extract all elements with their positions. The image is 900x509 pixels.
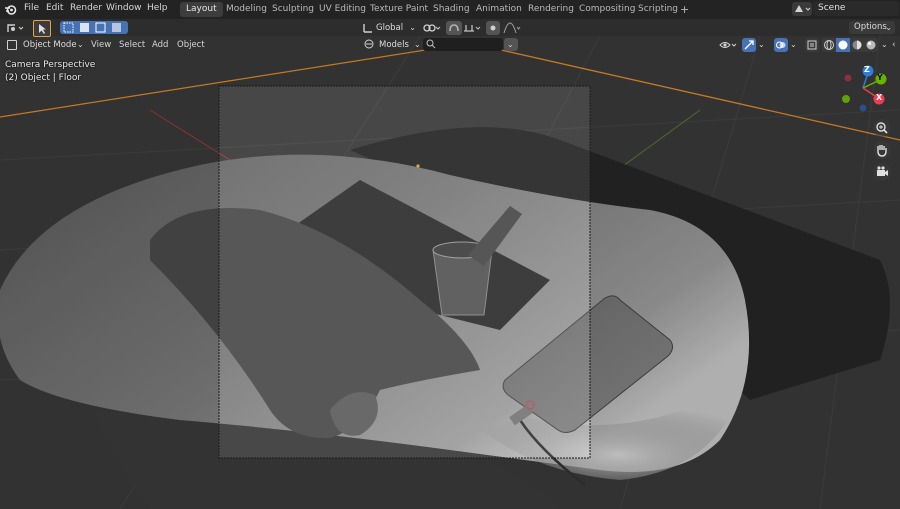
snap-target-icon[interactable] [462, 21, 484, 35]
chevron-down-icon: ⌄ [414, 40, 421, 49]
menu-select[interactable]: Select [119, 38, 145, 52]
cursor-tool-icon[interactable] [33, 20, 51, 37]
chevron-down-icon: ⌄ [77, 40, 84, 49]
gizmo-x-label: X [876, 93, 883, 102]
tab-rendering[interactable]: Rendering [522, 2, 580, 17]
menu-file[interactable]: File [24, 0, 39, 19]
solid-shading-icon[interactable] [836, 38, 850, 52]
chevron-down-icon[interactable]: ⌄ [758, 38, 765, 52]
neg-y-axis-icon [842, 95, 850, 103]
tab-texture-paint[interactable]: Texture Paint [364, 2, 434, 17]
scene-icon [795, 5, 811, 12]
navigation-gizmo[interactable]: Z Y X [838, 63, 888, 113]
object-mode-icon [7, 40, 17, 50]
hand-pan-icon[interactable] [873, 141, 891, 159]
tab-animation[interactable]: Animation [470, 2, 528, 17]
select-box-icon[interactable] [60, 21, 77, 34]
menu-view[interactable]: View [91, 38, 111, 52]
xray-icon[interactable] [805, 38, 819, 52]
snap-icon[interactable] [446, 21, 462, 35]
viewport-scene [0, 36, 900, 509]
camera-perspective-label: Camera Perspective [5, 60, 96, 70]
collection-icon [364, 39, 374, 49]
gizmo-icon[interactable] [742, 38, 756, 52]
neg-x-axis-icon [844, 74, 852, 82]
scene-name-field[interactable]: Scene [813, 1, 899, 16]
viewport-header: Object Mode ⌄ View Select Add Object Mod… [0, 36, 900, 54]
wireframe-shading-icon[interactable] [822, 38, 836, 52]
chevron-down-icon[interactable]: ⌄ [790, 38, 797, 52]
active-object-label: (2) Object | Floor [5, 73, 82, 83]
object-mode-dropdown[interactable]: Object Mode ⌄ [5, 38, 84, 52]
menu-window[interactable]: Window [106, 0, 142, 19]
zoom-icon[interactable] [873, 119, 891, 137]
tab-shading[interactable]: Shading [427, 2, 476, 17]
gizmo-z-label: Z [864, 65, 870, 74]
menu-add[interactable]: Add [152, 38, 168, 52]
tab-layout[interactable]: Layout [180, 2, 223, 17]
filter-dropdown[interactable]: ⌄ [504, 38, 518, 51]
visibility-icon[interactable] [718, 38, 740, 52]
material-shading-icon[interactable] [850, 38, 864, 52]
scene-name: Scene [818, 3, 846, 13]
menu-edit[interactable]: Edit [46, 0, 63, 19]
gizmo-y-label: Y [877, 73, 883, 82]
collection-label: Models [379, 40, 409, 50]
global-orientation-icon[interactable] [362, 22, 374, 34]
transform-orientation-dropdown[interactable]: Global ⌄ [376, 21, 416, 35]
chevron-down-icon: ⌄ [885, 23, 892, 32]
menu-render[interactable]: Render [70, 0, 102, 19]
chevron-down-icon: ⌄ [409, 23, 416, 32]
options-button[interactable]: Options ⌄ [849, 21, 895, 34]
object-mode-label: Object Mode [23, 40, 77, 50]
search-icon [426, 39, 436, 52]
blender-logo-icon[interactable] [4, 3, 17, 16]
overlay-icon[interactable] [774, 38, 788, 52]
3d-viewport[interactable] [0, 36, 900, 509]
scene-selector[interactable] [792, 2, 812, 16]
tab-sculpting[interactable]: Sculpting [266, 2, 320, 17]
chevron-down-icon[interactable]: ⌄ [881, 38, 888, 52]
options-label: Options [854, 22, 887, 32]
add-workspace-button[interactable]: + [674, 2, 695, 17]
proportional-icon[interactable] [486, 21, 500, 35]
menu-help[interactable]: Help [147, 0, 168, 19]
camera-frame [218, 85, 591, 459]
collection-dropdown[interactable]: Models ⌄ [363, 38, 421, 52]
transform-pivot-icon[interactable] [5, 21, 27, 35]
menu-object[interactable]: Object [177, 38, 205, 52]
rendered-shading-icon[interactable] [864, 38, 878, 52]
chevron-left-icon[interactable]: ‹ [892, 38, 896, 52]
chevron-down-icon: ⌄ [507, 40, 514, 49]
neg-z-axis-icon [859, 104, 867, 112]
top-bar: File Edit Render Window Help Layout Mode… [0, 0, 900, 19]
search-input[interactable] [423, 38, 503, 51]
tool-header: Global ⌄ Options ⌄ [0, 19, 900, 37]
tab-modeling[interactable]: Modeling [220, 2, 273, 17]
link-icon[interactable] [422, 21, 444, 35]
falloff-icon[interactable] [502, 21, 522, 35]
orientation-value: Global [376, 23, 404, 33]
camera-icon[interactable] [873, 163, 891, 181]
